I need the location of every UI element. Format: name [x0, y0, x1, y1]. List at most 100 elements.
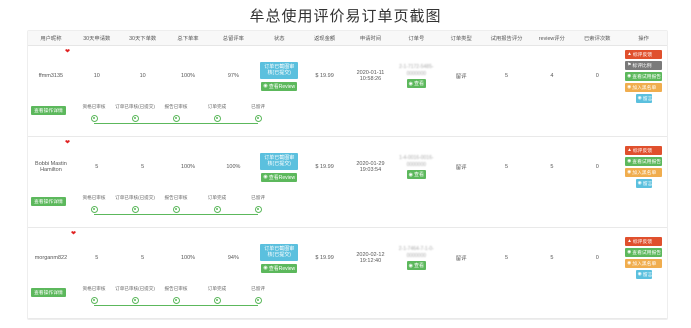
- action-label: 查看试用报告: [632, 251, 662, 256]
- action-label: 查看试用报告: [632, 160, 662, 165]
- cell-apps: 10: [93, 73, 100, 79]
- view-operation-details-button[interactable]: 查看操作详情: [31, 106, 66, 115]
- status-button[interactable]: 订单已截图审核(已提交): [260, 152, 299, 170]
- action-message-button[interactable]: ◉ 留言: [635, 93, 652, 103]
- view-review-button[interactable]: ◉ 查看Review: [261, 81, 298, 91]
- action-label: 加入黑名单: [632, 262, 657, 267]
- check-circle-icon: [172, 297, 180, 304]
- table-header: 用户昵称 30天申请数 30天下单数 总下单率 总留评率 状态 返现金额 申请时…: [28, 31, 667, 46]
- message-icon: ◉: [637, 181, 642, 186]
- cell-apps: 5: [95, 255, 99, 261]
- view-operation-details-button[interactable]: 查看操作详情: [31, 197, 66, 206]
- action-report-button[interactable]: ◉ 查看试用报告: [625, 71, 663, 81]
- header-order-rate: 总下单率: [177, 36, 199, 42]
- view-order-button[interactable]: ◉ 查看: [406, 79, 426, 88]
- check-circle-icon: [254, 297, 262, 304]
- cell-review-rate: 94%: [227, 255, 239, 261]
- action-report-button[interactable]: ◉ 查看试用报告: [625, 248, 663, 257]
- user-name: Bobbi Mastin Hamilton: [35, 161, 67, 173]
- timeline-step-label: 订单已审核(已提交): [115, 195, 155, 200]
- header-orders: 30天下单数: [129, 36, 157, 42]
- action-blacklist-button[interactable]: ◉ 加入黑名单: [625, 82, 663, 92]
- timeline-step: 订单已审核(已提交): [115, 104, 155, 122]
- timeline-step-label: 报告已审核: [164, 286, 188, 291]
- cell-order-type: 留评: [455, 256, 467, 262]
- timeline-step: 报告已审核: [156, 104, 196, 122]
- view-order-label: 查看: [413, 172, 424, 178]
- check-circle-icon: [131, 206, 139, 213]
- timeline-step-label: 资格已审核: [82, 286, 106, 291]
- blacklist-icon: ◉: [627, 84, 632, 90]
- timeline-step: 订单完成: [197, 104, 237, 122]
- message-icon: ◉: [637, 95, 642, 101]
- action-mark-bad-button[interactable]: ▲ 标评反馈: [625, 237, 663, 246]
- cell-status: 订单已截图审核(已提交) ◉ 查看Review: [256, 228, 302, 288]
- order-timeline: 资格已审核 订单已审核(已提交) 报告已审核 订单完成 已留评: [81, 286, 301, 314]
- action-label: 加入黑名单: [632, 85, 657, 91]
- view-order-button[interactable]: ◉ 查看: [406, 170, 426, 179]
- header-apps: 30天申请数: [83, 36, 111, 42]
- cell-order-type: 留评: [455, 74, 467, 80]
- header-amount: 返现金额: [313, 36, 336, 42]
- action-message-button[interactable]: ◉ 留言: [635, 270, 652, 279]
- order-timeline: 资格已审核 订单已审核(已提交) 报告已审核 订单完成 已留评: [81, 195, 301, 223]
- cell-requests: 0: [595, 73, 599, 79]
- header-apply-time: 申请时间: [359, 36, 382, 42]
- action-label: 标评反馈: [632, 52, 653, 58]
- view-order-button[interactable]: ◉ 查看: [406, 261, 426, 270]
- timeline-step-label: 已留评: [251, 286, 265, 291]
- timeline-step-label: 报告已审核: [164, 195, 188, 200]
- cell-amount: $ 19.99: [315, 164, 334, 170]
- cell-review-rate: 100%: [226, 164, 241, 170]
- cell-user: ❤ morganm822: [28, 228, 76, 288]
- cell-review-rate: 97%: [227, 73, 239, 79]
- header-requests: 已索评次数: [583, 36, 611, 42]
- check-circle-icon: [213, 206, 221, 213]
- flag-icon: ⚑: [627, 62, 632, 68]
- action-report-button[interactable]: ◉ 查看试用报告: [625, 157, 663, 166]
- view-review-label: 查看Review: [268, 174, 296, 181]
- heart-icon[interactable]: ❤: [65, 48, 70, 55]
- header-review-score: review评分: [538, 36, 565, 42]
- timeline-step-label: 已留评: [251, 104, 265, 109]
- cell-order-type: 留评: [455, 165, 467, 171]
- table-row: ❤ ffmm3135 10 10 100% 97% 订单已截图审核(已提交) ◉ 查…: [28, 46, 667, 137]
- cell-order-rate: 100%: [180, 73, 196, 79]
- cell-apply-time: 2020-01-29 19:03:54: [347, 137, 394, 197]
- action-blacklist-button[interactable]: ◉ 加入黑名单: [625, 259, 663, 268]
- order-number-suffix: 0000000: [406, 253, 427, 259]
- status-button[interactable]: 订单已截图审核(已提交): [260, 243, 299, 261]
- header-user: 用户昵称: [40, 36, 62, 42]
- eye-icon: ◉: [408, 171, 413, 178]
- cell-order-rate: 100%: [180, 164, 196, 170]
- view-review-button[interactable]: ◉ 查看Review: [261, 172, 298, 182]
- cell-orders: 10: [139, 73, 146, 79]
- timeline-line: [94, 123, 258, 124]
- timeline-step-label: 订单完成: [207, 104, 227, 109]
- check-circle-icon: [213, 115, 221, 122]
- timeline-step: 资格已审核: [74, 104, 114, 122]
- action-blacklist-button[interactable]: ◉ 加入黑名单: [625, 168, 663, 177]
- check-circle-icon: [131, 115, 139, 122]
- check-circle-icon: [172, 115, 180, 122]
- view-operation-details-button[interactable]: 查看操作详情: [31, 288, 66, 297]
- order-number: 1-4-0016-0016-: [399, 155, 434, 161]
- timeline-step: 报告已审核: [156, 286, 196, 304]
- timeline-step: 已留评: [238, 104, 278, 122]
- view-review-label: 查看Review: [268, 265, 296, 272]
- action-flag-button[interactable]: ⚑ 标评比例: [625, 60, 663, 70]
- report-icon: ◉: [627, 250, 632, 255]
- order-number: 2-1-7172-5485-: [399, 64, 434, 70]
- timeline-step-label: 报告已审核: [164, 104, 188, 109]
- check-circle-icon: [90, 297, 98, 304]
- cell-order-no: 1-4-0016-0016- 0000000 ◉ 查看: [394, 137, 439, 197]
- view-order-label: 查看: [413, 81, 424, 87]
- heart-icon[interactable]: ❤: [65, 139, 70, 146]
- action-mark-bad-button[interactable]: ▲ 标评反馈: [625, 146, 663, 155]
- action-message-button[interactable]: ◉ 留言: [635, 179, 652, 188]
- timeline-step: 报告已审核: [156, 195, 196, 213]
- view-review-button[interactable]: ◉ 查看Review: [261, 263, 298, 273]
- status-button[interactable]: 订单已截图审核(已提交): [260, 61, 299, 79]
- action-mark-bad-button[interactable]: ▲ 标评反馈: [625, 49, 663, 59]
- cell-order-rate: 100%: [180, 255, 196, 261]
